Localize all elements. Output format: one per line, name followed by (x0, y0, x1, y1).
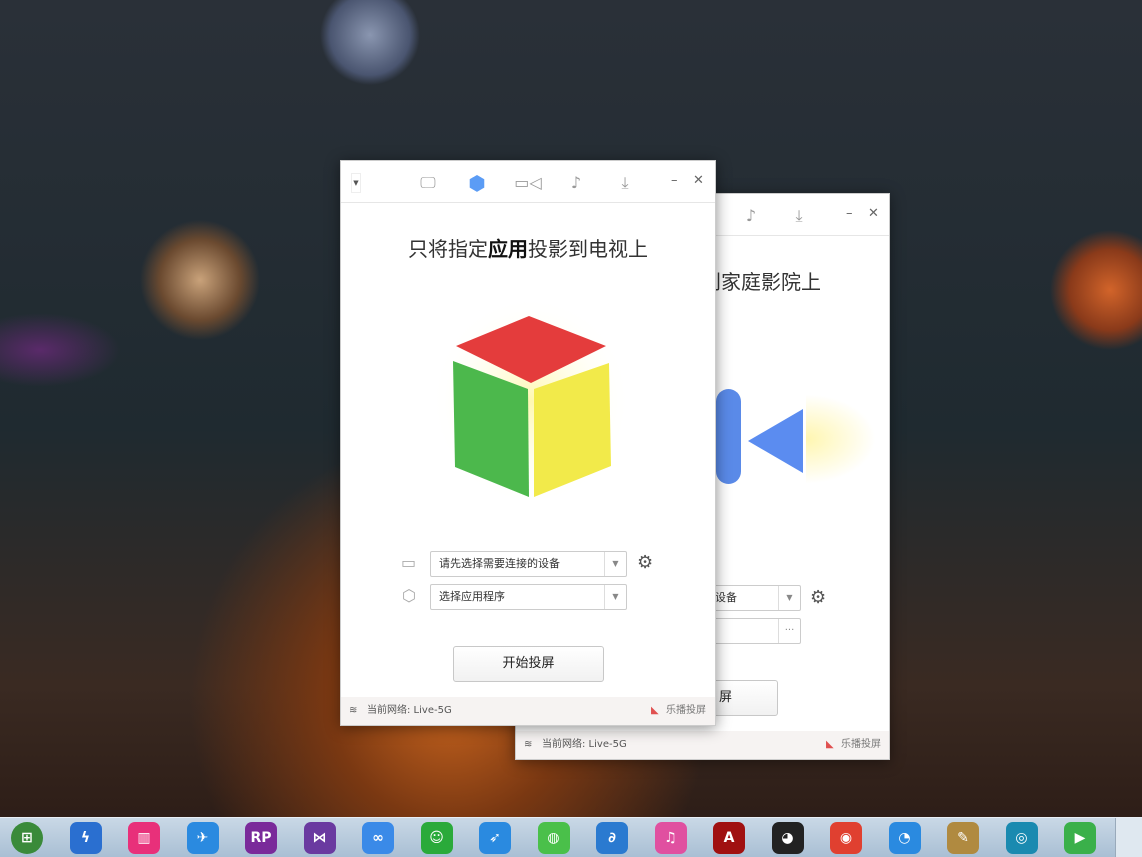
brand-logo-icon: ◣ (826, 739, 834, 750)
back-file-input[interactable]: ··· (706, 618, 801, 644)
taskbar-app-pink-icon[interactable]: ▥ (128, 822, 160, 854)
taskbar-media-play-icon[interactable]: ▶ (1064, 822, 1096, 854)
minimize-button[interactable]: – (671, 173, 678, 188)
taskbar-feishu-icon[interactable]: ✈ (186, 822, 219, 854)
taskbar-qq-browser-icon[interactable]: ◔ (888, 822, 921, 854)
chevron-down-icon: ▼ (778, 586, 800, 610)
back-illustration (716, 384, 876, 494)
network-status: 当前网络: Live-5G (367, 705, 452, 716)
taskbar-qq-icon[interactable]: ◕ (771, 822, 804, 854)
show-desktop-button[interactable] (1115, 818, 1142, 857)
back-footer: ≋ 当前网络: Live-5G ◣ 乐播投屏 (516, 731, 889, 759)
cube-icon: ⬡ (402, 586, 416, 605)
taskbar-video-player-icon[interactable]: ◎ (1005, 822, 1038, 854)
tab-app[interactable]: ⬢ (466, 173, 488, 193)
monitor-icon: ▭ (401, 553, 417, 572)
tab-monitor[interactable]: 🖵︎ (417, 173, 439, 193)
taskbar-itunes-icon[interactable]: ♫ (654, 822, 687, 854)
front-titlebar: ▼ 🖵︎ ⬢ ▭◁ ♪ ⤓ – ✕ (341, 161, 715, 203)
taskbar-paint-icon[interactable]: ✎ (947, 822, 979, 854)
tab-download[interactable]: ⤓ (614, 173, 636, 193)
taskbar-thunder-icon[interactable]: ϟ (69, 822, 102, 854)
taskbar-dingtalk-icon[interactable]: ➶ (479, 822, 511, 854)
wifi-icon: ≋ (349, 705, 358, 716)
start-cast-button[interactable]: 开始投屏 (453, 646, 604, 682)
app-select[interactable]: 选择应用程序 ▼ (430, 584, 627, 610)
music-note-icon[interactable]: ♪ (740, 206, 762, 226)
taskbar-app-blue-icon[interactable]: ∂ (596, 822, 628, 854)
chevron-down-icon: ▼ (604, 552, 626, 576)
taskbar-wechat-icon[interactable]: ◍ (537, 822, 570, 854)
taskbar-baidu-cloud-icon[interactable]: ∞ (362, 822, 394, 854)
gear-icon[interactable]: ⚙ (637, 552, 653, 573)
taskbar-visual-studio-icon[interactable]: ⋈ (303, 822, 336, 854)
minimize-button[interactable]: – (846, 206, 853, 221)
taskbar-chrome-icon[interactable]: ◉ (830, 822, 862, 854)
taskbar-acrobat-icon[interactable]: A (713, 822, 745, 854)
close-button[interactable]: ✕ (868, 206, 879, 221)
brand-label[interactable]: 乐播投屏 (841, 731, 881, 759)
tab-music[interactable]: ♪ (565, 173, 587, 193)
chevron-down-icon: ▼ (604, 585, 626, 609)
tab-video-camera[interactable]: ▭◁ (514, 173, 542, 193)
front-footer: ≋ 当前网络: Live-5G ◣ 乐播投屏 (341, 697, 715, 725)
menu-dropdown[interactable]: ▼ (351, 173, 361, 193)
app-cube-illustration (431, 296, 631, 506)
device-select[interactable]: 请先选择需要连接的设备 ▼ (430, 551, 627, 577)
taskbar-start-orb-icon[interactable]: ⊞ (11, 822, 43, 854)
brand-logo-icon: ◣ (651, 705, 659, 716)
taskbar-chat-green-icon[interactable]: ☺ (420, 822, 453, 854)
wifi-icon: ≋ (524, 739, 533, 750)
taskbar: ⊞ ϟ ▥ ✈ RP ⋈ ∞ ☺ ➶ ◍ ∂ ♫ A ◕ ◉ ◔ ✎ ◎ ▶ (0, 817, 1142, 857)
close-button[interactable]: ✕ (693, 173, 704, 188)
brand-label[interactable]: 乐播投屏 (666, 697, 706, 725)
browse-button[interactable]: ··· (778, 619, 800, 643)
network-status: 当前网络: Live-5G (542, 739, 627, 750)
front-window: ▼ 🖵︎ ⬢ ▭◁ ♪ ⤓ – ✕ 只将指定应用投影到电视上 ▭ 请先选择需要连… (340, 160, 716, 726)
gear-icon[interactable]: ⚙ (810, 587, 826, 608)
back-heading: 到家庭影院上 (701, 270, 821, 294)
back-device-select[interactable]: 设备 ▼ (706, 585, 801, 611)
taskbar-axure-rp-icon[interactable]: RP (245, 822, 277, 854)
page-title: 只将指定应用投影到电视上 (408, 237, 648, 261)
download-icon[interactable]: ⤓ (788, 206, 810, 226)
